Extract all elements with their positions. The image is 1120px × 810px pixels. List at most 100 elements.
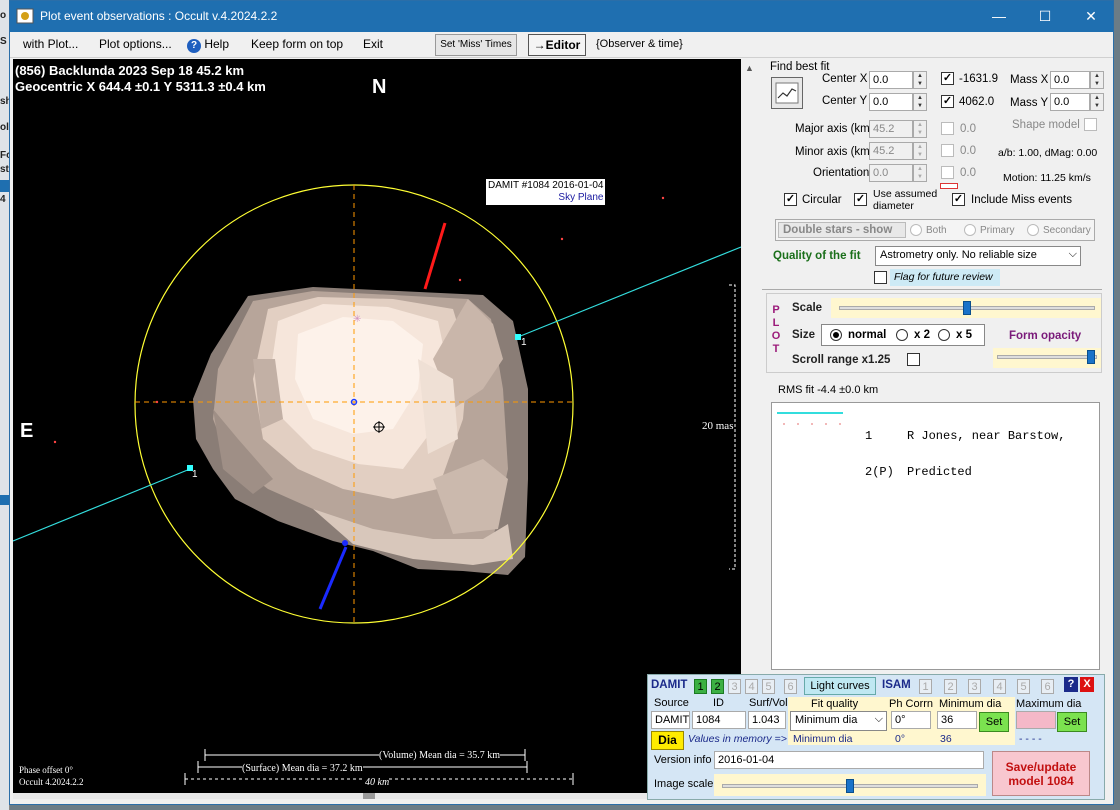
north-label: N [372,76,387,98]
damit-tab-5[interactable]: 5 [762,679,775,694]
fit-major-checkbox[interactable] [941,122,954,135]
plot-title: (856) Backlunda 2023 Sep 18 45.2 km [15,63,245,78]
shape-model-checkbox[interactable] [1084,118,1097,131]
scale-slider-thumb[interactable] [963,301,971,315]
minimize-button[interactable]: — [976,1,1022,32]
set-min-dia-button[interactable]: Set [979,712,1009,732]
editor-button[interactable]: →Editor [528,34,586,56]
image-scale-slider-thumb[interactable] [846,779,854,793]
save-update-model-button[interactable]: Save/update model 1084 [992,751,1090,796]
find-best-fit-label: Find best fit [770,61,830,73]
chord-label: 1 [521,337,527,348]
menu-exit[interactable]: Exit [363,37,383,51]
isam-label: ISAM [882,679,911,691]
dia-button[interactable]: Dia [651,731,684,750]
chord-line-west [13,468,191,542]
size-x2-radio[interactable] [896,329,908,341]
isam-tab-6[interactable]: 6 [1041,679,1054,694]
menu-with-plot[interactable]: with Plot... [23,37,78,51]
minor-axis-spinner[interactable]: ▲ ▼ [913,142,927,160]
major-axis-spinner[interactable]: ▲ ▼ [913,120,927,138]
damit-help-button[interactable]: ? [1064,677,1078,692]
use-assumed-diameter-checkbox[interactable]: ✓ [854,193,867,206]
ph-corrn-field[interactable]: 0° [891,711,931,729]
set-miss-times-button[interactable]: Set 'Miss' Times [435,34,517,56]
both-radio[interactable] [910,224,922,236]
plot-area[interactable]: ✳ (856) Backlunda 2023 Sep 18 45.2 km Ge… [13,59,741,799]
menu-keep-form-on-top[interactable]: Keep form on top [251,37,343,51]
quality-of-fit-select[interactable]: Astrometry only. No reliable size ⌵ [875,246,1081,266]
mass-x-input[interactable]: 0.0 [1050,71,1090,89]
fit-minor-checkbox[interactable] [941,144,954,157]
menu-help[interactable]: ? Help [187,37,229,53]
mass-y-input[interactable]: 0.0 [1050,93,1090,111]
center-x-input[interactable]: 0.0 [869,71,913,89]
scroll-up-icon[interactable]: ▲ [745,63,754,73]
center-x-spinner[interactable]: ▲ ▼ [913,71,927,89]
version-info-field[interactable]: 2016-01-04 [714,751,984,769]
secondary-radio[interactable] [1027,224,1039,236]
menu-plot-options[interactable]: Plot options... [99,37,172,51]
damit-tab-4[interactable]: 4 [745,679,758,694]
plot-scrollbar[interactable] [13,793,741,799]
light-curves-button[interactable]: Light curves [804,677,876,695]
form-opacity-slider[interactable] [997,355,1097,359]
chevron-down-icon: ⌵ [1068,248,1077,260]
mass-y-spinner[interactable]: ▲ ▼ [1090,93,1104,111]
form-opacity-slider-thumb[interactable] [1087,350,1096,364]
orientation-input[interactable]: 0.0 [869,164,913,182]
ph-corrn-label: Ph Corrn [889,698,934,710]
source-field[interactable]: DAMIT [651,711,690,729]
damit-model-label: DAMIT #1084 2016-01-04 Sky Plane [486,179,606,205]
center-y-spinner[interactable]: ▲ ▼ [913,93,927,111]
damit-tab-1[interactable]: 1 [694,679,707,694]
damit-close-button[interactable]: X [1080,677,1094,692]
fit-orientation-checkbox[interactable] [941,166,954,179]
window-title: Plot event observations : Occult v.4.202… [40,9,278,23]
damit-tab-3[interactable]: 3 [728,679,741,694]
id-field[interactable]: 1084 [692,711,746,729]
fit-quality-label: Fit quality [811,698,859,710]
fit-y-checkbox[interactable]: ✓ [941,95,954,108]
isam-tab-2[interactable]: 2 [944,679,957,694]
isam-tab-1[interactable]: 1 [919,679,932,694]
circular-checkbox[interactable]: ✓ [784,193,797,206]
memory-fit-quality: Minimum dia [793,733,853,745]
km-scale-label: 40 km [365,777,390,788]
center-y-input[interactable]: 0.0 [869,93,913,111]
major-axis-input[interactable]: 45.2 [869,120,913,138]
fit-x-value: -1631.9 [959,73,999,85]
damit-tab-6[interactable]: 6 [784,679,797,694]
fit-x-checkbox[interactable]: ✓ [941,72,954,85]
maximum-dia-field[interactable] [1016,711,1056,729]
minor-axis-label: Minor axis (km) [795,146,874,158]
isam-tab-3[interactable]: 3 [968,679,981,694]
mass-x-spinner[interactable]: ▲ ▼ [1090,71,1104,89]
form-opacity-label: Form opacity [1009,330,1082,342]
isam-tab-4[interactable]: 4 [993,679,1006,694]
fit-quality-select[interactable]: Minimum dia ⌵ [790,711,887,731]
scroll-range-checkbox[interactable] [907,353,920,366]
include-miss-events-checkbox[interactable]: ✓ [952,193,965,206]
flag-review-checkbox[interactable] [874,271,887,284]
primary-radio[interactable] [964,224,976,236]
set-max-dia-button[interactable]: Set [1057,712,1087,732]
surf-vol-label: Surf/Vol [749,697,788,709]
best-fit-icon [775,82,799,104]
double-stars-button[interactable]: Double stars - show [778,222,906,238]
maximize-button[interactable]: ☐ [1022,1,1068,32]
plot-header: (856) Backlunda 2023 Sep 18 45.2 km Geoc… [15,63,266,95]
surf-vol-field[interactable]: 1.043 [748,711,786,729]
best-fit-button[interactable] [771,77,803,109]
memory-max-dia: - - - - [1019,733,1042,745]
orientation-spinner[interactable]: ▲ ▼ [913,164,927,182]
maximum-dia-label: Maximum dia [1016,698,1082,710]
minimum-dia-field[interactable]: 36 [937,711,977,729]
isam-tab-5[interactable]: 5 [1017,679,1030,694]
size-normal-radio[interactable] [830,329,842,341]
minor-axis-input[interactable]: 45.2 [869,142,913,160]
close-button[interactable]: ✕ [1068,1,1114,32]
damit-tab-2[interactable]: 2 [711,679,724,694]
size-x5-radio[interactable] [938,329,950,341]
shape-model-label: Shape model [1012,119,1080,131]
